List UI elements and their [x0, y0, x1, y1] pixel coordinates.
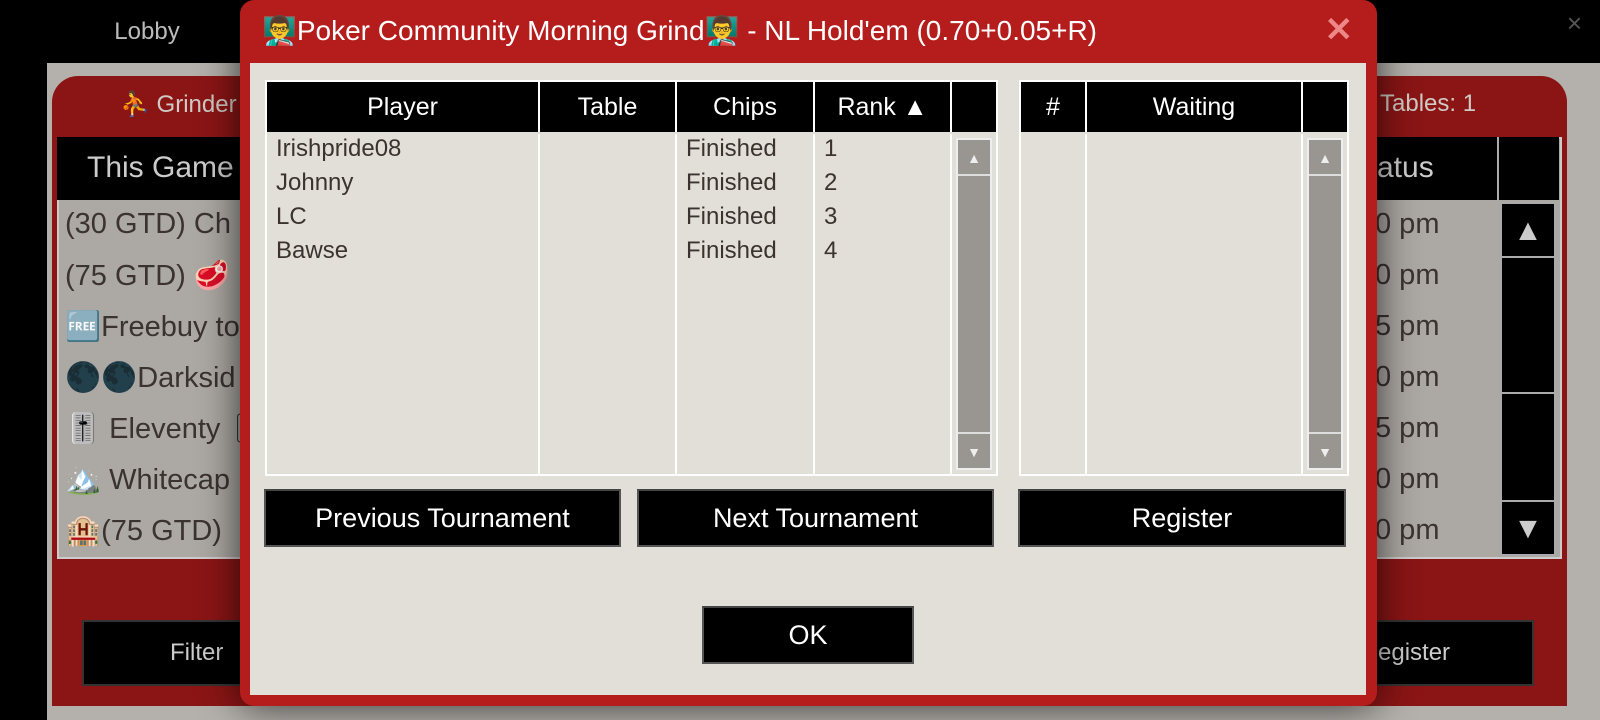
tournament-dialog: 👨‍🏫Poker Community Morning Grind👨‍🏫 - NL… — [240, 0, 1377, 706]
tournament-time: 0 pm — [1375, 259, 1440, 291]
col-divider — [1021, 134, 1087, 474]
column-status-label: atus — [1377, 151, 1434, 184]
previous-tournament-button[interactable]: Previous Tournament — [264, 489, 621, 547]
player-rank: 3 — [824, 203, 838, 230]
header-table[interactable]: Table — [540, 82, 677, 132]
register-label: egister — [1378, 639, 1451, 666]
tournament-row[interactable]: 🆓Freebuy to — [65, 310, 240, 344]
scroll-up-icon[interactable]: ▲ — [958, 140, 990, 176]
scroll-thumb[interactable] — [1502, 260, 1554, 394]
tournament-time: 0 pm — [1375, 514, 1440, 546]
tournament-time: 0 pm — [1375, 463, 1440, 495]
header-chips[interactable]: Chips — [677, 82, 815, 132]
tournament-row[interactable]: 🏔️ Whitecap — [65, 463, 230, 497]
tournament-row[interactable]: (30 GTD) Ch — [65, 208, 231, 241]
lobby-scrollbar[interactable]: ▲ ▼ — [1500, 202, 1556, 556]
player-name: Bawse — [276, 237, 349, 264]
register-button[interactable]: Register — [1018, 489, 1346, 547]
tournament-row[interactable]: 🏨(75 GTD) — [65, 514, 222, 548]
header-number[interactable]: # — [1021, 82, 1087, 132]
tournament-time: 5 pm — [1375, 412, 1440, 444]
waiting-scrollbar[interactable]: ▲ ▼ — [1307, 138, 1343, 470]
player-rank: 4 — [824, 237, 838, 264]
tab-lobby-label: Lobby — [114, 18, 180, 45]
lobby-title: ⛹ Grinder — [120, 91, 237, 118]
player-chips: Finished — [686, 169, 777, 196]
player-rank: 2 — [824, 169, 838, 196]
header-scroll — [1303, 82, 1347, 132]
header-player[interactable]: Player — [267, 82, 540, 132]
player-name: Irishpride08 — [276, 135, 402, 162]
close-icon[interactable]: ✕ — [1325, 10, 1354, 50]
tournament-row[interactable]: (75 GTD) 🥩 — [65, 259, 230, 293]
scroll-down-icon[interactable]: ▼ — [1309, 432, 1341, 468]
scroll-up-icon[interactable]: ▲ — [1502, 204, 1554, 258]
tab-lobby[interactable]: Lobby — [52, 0, 242, 47]
tournament-time: 5 pm — [1375, 310, 1440, 342]
players-scrollbar[interactable]: ▲ ▼ — [956, 138, 992, 470]
column-extra — [1497, 137, 1559, 200]
tournament-row[interactable]: 🌑🌑Darksid — [65, 361, 236, 395]
player-chips: Finished — [686, 203, 777, 230]
dialog-title: 👨‍🏫Poker Community Morning Grind👨‍🏫 - NL… — [262, 15, 1098, 46]
player-rank: 1 — [824, 135, 838, 162]
tournament-row[interactable]: 🎚️ Eleventy 🎚 — [65, 412, 265, 446]
col-divider — [540, 134, 677, 474]
waiting-table: # Waiting ▲ ▼ — [1019, 80, 1349, 476]
tournament-time: 0 pm — [1375, 208, 1440, 240]
header-rank[interactable]: Rank ▲ — [815, 82, 952, 132]
player-chips: Finished — [686, 135, 777, 162]
scroll-down-icon[interactable]: ▼ — [958, 432, 990, 468]
column-label: This Game — [87, 151, 234, 184]
ok-button[interactable]: OK — [702, 606, 914, 664]
close-icon[interactable]: × — [1567, 8, 1582, 39]
next-tournament-button[interactable]: Next Tournament — [637, 489, 994, 547]
tournament-time: 0 pm — [1375, 361, 1440, 393]
filter-label: Filter — [170, 639, 224, 666]
col-divider — [1087, 134, 1303, 474]
player-name: LC — [276, 203, 307, 230]
player-name: Johnny — [276, 169, 354, 196]
scroll-down-icon[interactable]: ▼ — [1502, 500, 1554, 554]
players-table: Player Table Chips Rank ▲ Irishpride08 F… — [265, 80, 998, 476]
scroll-up-icon[interactable]: ▲ — [1309, 140, 1341, 176]
header-waiting[interactable]: Waiting — [1087, 82, 1303, 132]
tables-count: Tables: 1 — [1380, 90, 1477, 117]
header-scroll — [952, 82, 996, 132]
dialog-body: Player Table Chips Rank ▲ Irishpride08 F… — [250, 63, 1366, 695]
player-chips: Finished — [686, 237, 777, 264]
